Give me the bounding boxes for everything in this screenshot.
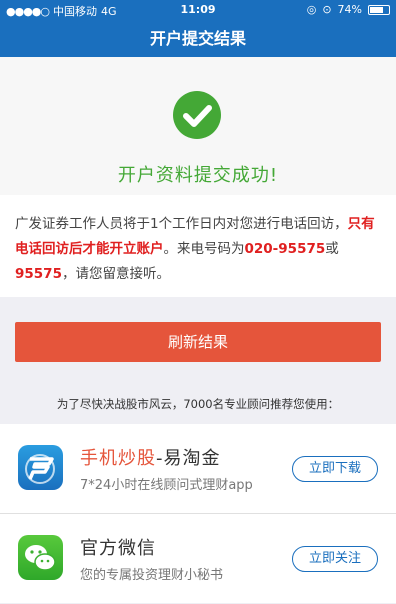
wechat-title: 官方微信 — [80, 538, 156, 559]
lock-rotation-icon: ⊙ — [322, 3, 332, 16]
check-circle-icon — [173, 91, 221, 139]
notice-part3: 或 — [325, 241, 339, 257]
battery-icon — [368, 4, 390, 15]
notice-part1: 广发证券工作人员将于1个工作日内对您进行电话回访， — [15, 216, 348, 232]
notice-section: 广发证券工作人员将于1个工作日内对您进行电话回访，只有电话回访后才能开立账户。来… — [0, 195, 396, 297]
app-subtitle: 7*24小时在线顾问式理财app — [80, 478, 253, 493]
wechat-icon — [18, 535, 63, 580]
recommend-text: 为了尽快决战股市风云，7000名专业顾问推荐您使用： — [56, 397, 340, 411]
app-title-highlight: 手机炒股 — [80, 448, 156, 469]
page-title: 开户提交结果 — [149, 29, 246, 48]
app-title: 手机炒股-易淘金 — [80, 444, 221, 470]
alarm-icon: ◎ — [306, 3, 317, 16]
battery-percent: 74% — [337, 3, 362, 16]
notice-part4: ，请您留意接听。 — [61, 266, 170, 282]
yitaojin-app-icon — [18, 445, 63, 490]
follow-button[interactable]: 立即关注 — [292, 546, 378, 572]
app-card-wechat: 官方微信 您的专属投资理财小秘书 立即关注 — [0, 514, 396, 603]
app-title-rest: -易淘金 — [156, 448, 221, 469]
notice-text: 广发证券工作人员将于1个工作日内对您进行电话回访，只有电话回访后才能开立账户。来… — [15, 212, 386, 287]
status-bar: ●●●●○ 中国移动 4G 11:09 ◎ ⊙ 74% — [0, 0, 396, 20]
status-right: ◎ ⊙ 74% — [307, 3, 390, 16]
phone-number-1[interactable]: 020-95575 — [245, 241, 326, 257]
result-section: 开户资料提交成功! — [0, 57, 396, 195]
result-title: 开户资料提交成功! — [117, 165, 279, 186]
nav-bar: 开户提交结果 — [0, 20, 396, 57]
download-button[interactable]: 立即下载 — [292, 456, 378, 482]
notice-part2: 。来电号码为 — [163, 241, 245, 257]
wechat-subtitle: 您的专属投资理财小秘书 — [80, 568, 224, 583]
refresh-button[interactable]: 刷新结果 — [15, 322, 381, 362]
phone-number-2[interactable]: 95575 — [15, 266, 62, 282]
battery-fill — [370, 6, 384, 13]
app-card-yitaojin: 手机炒股-易淘金 7*24小时在线顾问式理财app 立即下载 — [0, 424, 396, 513]
refresh-section: 刷新结果 为了尽快决战股市风云，7000名专业顾问推荐您使用： — [0, 297, 396, 424]
